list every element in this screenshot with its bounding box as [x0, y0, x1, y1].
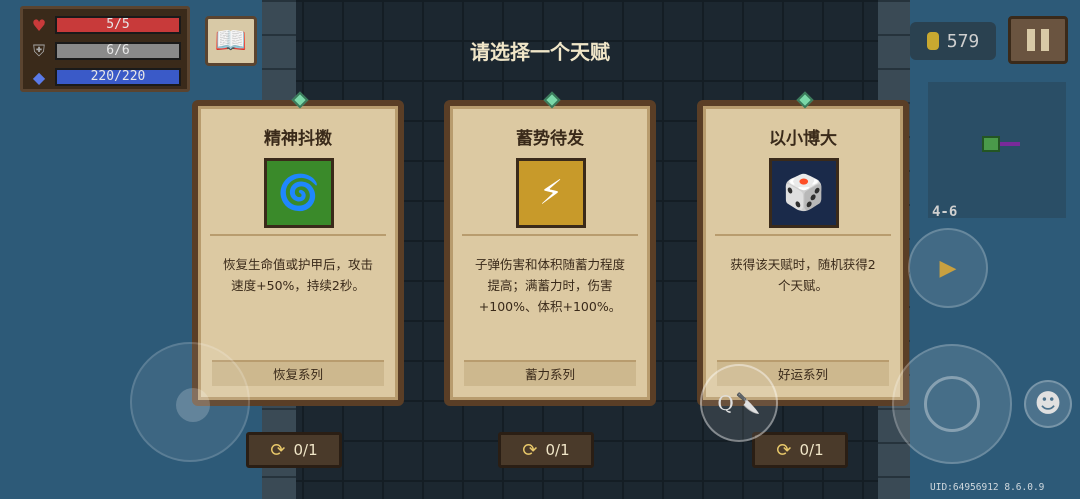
talent-selection-title: 请选择一个天赋 — [470, 40, 610, 64]
dice-icon: 🎲 — [769, 158, 839, 228]
diamond-icon: ◆ — [32, 67, 46, 87]
energy-value: 220/220 — [90, 69, 146, 84]
knife-icon: 🔪 — [735, 391, 761, 415]
hp-row: ♥ 5/5 — [29, 13, 181, 37]
talent-card-3[interactable]: 以小博大 🎲 获得该天赋时，随机获得2个天赋。 好运系列 — [697, 91, 909, 406]
minimap — [928, 82, 1066, 218]
talent-description: 子弹伤害和体积随蓄力程度提高；满蓄力时，伤害+100%、体积+100%。 — [474, 257, 625, 314]
talent-name: 精神抖擞 — [264, 129, 332, 149]
reroll-button-1[interactable]: ⟳ 0/1 — [246, 432, 342, 468]
minimap-current-room — [982, 136, 1000, 152]
swirl-character-icon: 🌀 — [264, 158, 334, 228]
reroll-count: 0/1 — [799, 441, 824, 459]
talent-description: 获得该天赋时，随机获得2个天赋。 — [730, 257, 876, 293]
talent-name: 蓄势待发 — [516, 129, 584, 149]
gun-icon: ▶ — [939, 255, 957, 281]
refresh-icon: ⟳ — [522, 439, 538, 461]
smiley-icon: ☻ — [1034, 389, 1062, 419]
bullet-charge-icon: ⚡ — [516, 158, 586, 228]
crosshair-icon — [924, 376, 980, 432]
heart-icon: ♥ — [31, 15, 47, 35]
hp-bar: 5/5 — [55, 16, 181, 34]
talent-card-2[interactable]: 蓄势待发 ⚡ 子弹伤害和体积随蓄力程度提高；满蓄力时，伤害+100%、体积+10… — [444, 91, 656, 406]
skill-key-label: Q — [717, 391, 734, 415]
emote-button[interactable]: ☻ — [1024, 380, 1072, 428]
level-indicator: 4-6 — [932, 204, 958, 220]
joystick-knob[interactable] — [176, 388, 210, 422]
talent-description: 恢复生命值或护甲后，攻击速度+50%，持续2秒。 — [222, 257, 373, 293]
refresh-icon: ⟳ — [270, 439, 286, 461]
weapon-switch-button[interactable]: ▶ — [908, 228, 988, 308]
reroll-count: 0/1 — [545, 441, 570, 459]
divider — [462, 234, 638, 236]
energy-row: ◆ 220/220 — [29, 65, 181, 89]
talent-series: 蓄力系列 — [464, 360, 636, 386]
reroll-button-3[interactable]: ⟳ 0/1 — [752, 432, 848, 468]
refresh-icon: ⟳ — [776, 439, 792, 461]
attack-button[interactable] — [892, 344, 1012, 464]
uid-version-label: UID:64956912 8.6.0.9 — [930, 482, 1045, 493]
minimap-path — [1000, 142, 1020, 146]
divider — [715, 234, 891, 236]
hp-value: 5/5 — [106, 17, 130, 32]
reroll-button-2[interactable]: ⟳ 0/1 — [498, 432, 594, 468]
energy-bar: 220/220 — [55, 68, 181, 86]
talent-name: 以小博大 — [769, 129, 837, 149]
movement-joystick[interactable] — [130, 342, 250, 462]
skill-button[interactable]: Q 🔪 — [700, 364, 778, 442]
divider — [210, 234, 386, 236]
reroll-count: 0/1 — [293, 441, 318, 459]
